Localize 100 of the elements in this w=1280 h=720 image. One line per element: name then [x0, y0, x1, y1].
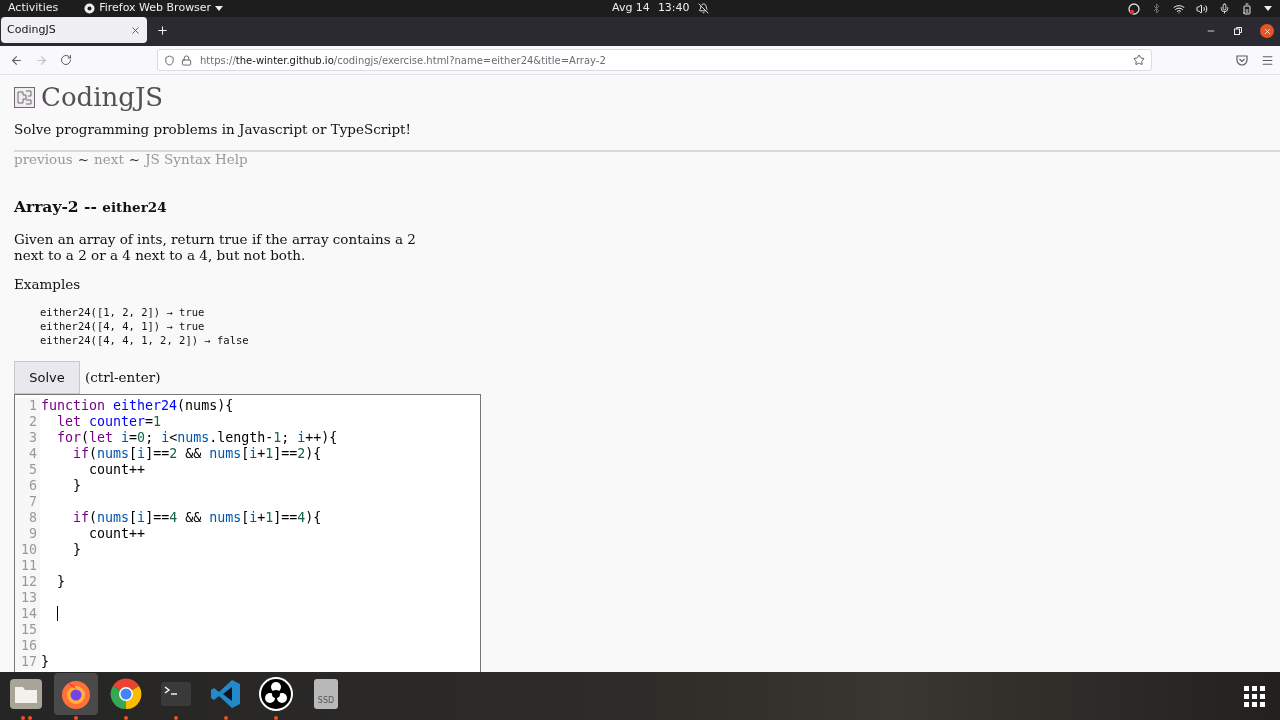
app-menu[interactable]: Firefox Web Browser	[99, 0, 212, 17]
code-token: [	[129, 446, 138, 462]
dock-item[interactable]	[54, 672, 98, 715]
site-title: CodingJS	[41, 83, 164, 111]
shield-icon[interactable]	[164, 54, 175, 66]
code-token: [	[129, 510, 138, 526]
code-token: either24	[113, 398, 178, 414]
code-token: &&	[184, 446, 203, 462]
example-line: either24([4, 4, 1]) → true	[40, 319, 206, 333]
code-token: }	[41, 654, 49, 670]
puzzle-logo-icon	[14, 86, 35, 108]
line-number: 8	[15, 510, 37, 526]
code-token: nums	[209, 510, 242, 526]
pocket-icon[interactable]	[1236, 54, 1248, 66]
code-token: 4	[297, 510, 306, 526]
line-number: 9	[15, 526, 37, 542]
terminal-icon	[161, 681, 191, 706]
example-line: either24([1, 2, 2]) → true	[40, 305, 206, 319]
bluetooth-icon[interactable]	[1151, 3, 1162, 14]
code-token: ]==	[273, 446, 298, 462]
code-token: ;	[145, 430, 155, 446]
reload-icon[interactable]	[60, 54, 72, 66]
code-token: [	[241, 446, 250, 462]
line-number: 5	[15, 462, 37, 478]
code-token: +	[257, 446, 266, 462]
solve-button[interactable]: Solve	[14, 361, 80, 394]
line-number: 16	[15, 638, 37, 654]
caret-icon	[215, 6, 224, 11]
separator: ~	[77, 152, 90, 166]
code-token: (	[81, 430, 90, 446]
tab-title: CodingJS	[7, 21, 56, 38]
new-tab-icon[interactable]	[156, 24, 169, 37]
example-line: either24([4, 4, 1, 2, 2]) → false	[40, 333, 250, 347]
code-token: let	[56, 414, 83, 430]
line-number: 4	[15, 446, 37, 462]
folder-icon	[10, 678, 42, 709]
code-token: ]==	[145, 510, 170, 526]
url-text: https://the-winter.github.io/codingjs/exercise.html?name=either24&title=Array-2	[200, 53, 606, 68]
close-icon[interactable]	[130, 24, 141, 36]
code-token: 2	[169, 446, 178, 462]
code-token: ){	[305, 510, 322, 526]
wifi-icon[interactable]	[1173, 2, 1185, 15]
line-number: 1	[15, 398, 37, 414]
code-token: nums	[209, 446, 242, 462]
line-number: 11	[15, 558, 37, 574]
code-token: nums	[97, 446, 130, 462]
code-token: &&	[184, 510, 203, 526]
line-number: 14	[15, 606, 37, 622]
code-editor[interactable]	[14, 394, 481, 672]
code-token: 1	[153, 414, 162, 430]
code-token: i	[249, 446, 258, 462]
line-number: 6	[15, 478, 37, 494]
volume-icon[interactable]	[1196, 2, 1208, 15]
indicator-icon[interactable]	[1128, 2, 1140, 15]
drive-label: SSD	[317, 694, 335, 707]
bookmark-star-icon[interactable]	[1133, 54, 1145, 66]
code-token: count++	[88, 462, 146, 478]
code-token: +	[257, 510, 266, 526]
clock-time[interactable]: 13:40	[657, 0, 690, 17]
code-token: 1	[265, 446, 274, 462]
restore-icon[interactable]	[1234, 27, 1242, 35]
code-token: ]==	[145, 446, 170, 462]
dock-item[interactable]: SSD	[304, 672, 348, 715]
line-number: 7	[15, 494, 37, 510]
line-number: 15	[15, 622, 37, 638]
browser-tab[interactable]: CodingJS	[1, 17, 147, 43]
code-token: (nums){	[177, 398, 234, 414]
shortcut-hint: (ctrl-enter)	[85, 368, 161, 388]
code-token: i	[137, 446, 146, 462]
line-number: 3	[15, 430, 37, 446]
code-token: 4	[169, 510, 178, 526]
back-icon[interactable]	[10, 53, 23, 67]
code-token: i	[161, 430, 170, 446]
url-field[interactable]: https://the-winter.github.io/codingjs/exercise.html?name=either24&title=Array-2	[157, 49, 1152, 71]
app-grid-icon[interactable]	[1244, 685, 1266, 707]
activities-button[interactable]: Activities	[8, 0, 59, 17]
code-token: if	[72, 510, 90, 526]
menu-icon[interactable]	[1261, 53, 1274, 67]
microphone-icon[interactable]	[1219, 3, 1230, 14]
code-token: [	[241, 510, 250, 526]
obs-icon	[258, 675, 294, 712]
code-token: i	[137, 510, 146, 526]
code-token: i	[249, 510, 258, 526]
code-token: (	[89, 510, 98, 526]
problem-heading: Array-2 -- either24	[14, 198, 168, 216]
code-token: }	[72, 478, 82, 494]
line-number: 10	[15, 542, 37, 558]
code-token: 1	[273, 430, 282, 446]
code-token: i	[297, 430, 306, 446]
battery-icon[interactable]	[1241, 2, 1253, 15]
close-icon	[1262, 26, 1272, 36]
clock[interactable]: Avg 14	[612, 0, 650, 17]
problem-description: Given an array of ints, return true if the array contains a 2 next to a 2 or a 4 next to a 4, but not both.	[14, 231, 417, 263]
code-token: nums	[177, 430, 210, 446]
code-token: .length-	[209, 430, 274, 446]
code-token: ]==	[273, 510, 298, 526]
lock-icon[interactable]	[181, 54, 192, 66]
code-token: counter	[89, 414, 146, 430]
close-button[interactable]	[1260, 24, 1274, 38]
code-token: 2	[297, 446, 306, 462]
